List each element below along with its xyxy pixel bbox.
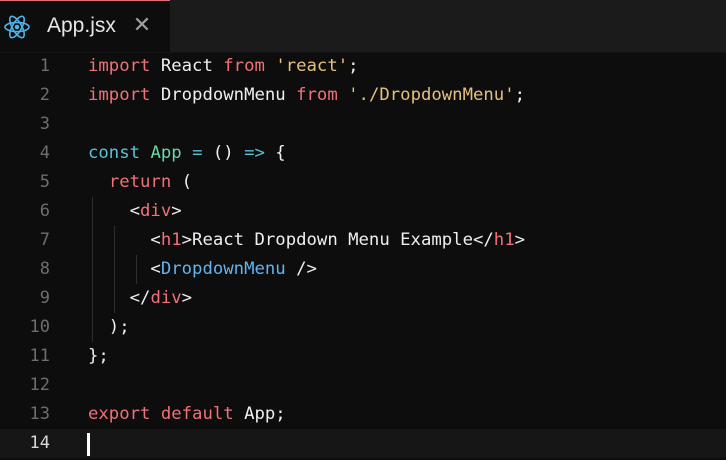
code-line[interactable]: 5 return ( (0, 168, 726, 197)
code-line[interactable]: 13 export default App; (0, 400, 726, 429)
tab-title: App.jsx (47, 14, 116, 37)
tab-app-jsx[interactable]: App.jsx ✕ (0, 0, 170, 52)
code-text: import DropdownMenu from './DropdownMenu… (88, 81, 525, 110)
line-number: 6 (39, 201, 50, 221)
code-line[interactable]: 1 import React from 'react'; (0, 52, 726, 81)
code-token: ; (348, 56, 359, 76)
code-token: div (150, 288, 182, 308)
line-number: 4 (39, 143, 50, 163)
code-token: const (88, 143, 141, 163)
code-token: ; (514, 85, 526, 105)
code-text: <DropdownMenu /> (88, 255, 317, 284)
line-number: 10 (29, 317, 50, 337)
code-token: export (88, 404, 151, 424)
line-number: 14 (29, 433, 50, 453)
line-number: 8 (39, 259, 50, 279)
code-text: import React from 'react'; (88, 52, 359, 81)
tab-bar: App.jsx ✕ (0, 0, 726, 53)
react-icon (2, 12, 32, 42)
line-number: 3 (39, 114, 50, 134)
code-token: return (108, 172, 172, 192)
code-token: from (296, 85, 338, 105)
code-token: DropdownMenu (150, 85, 297, 105)
code-line[interactable]: 9 </div> (0, 284, 726, 313)
code-token: { (264, 143, 286, 163)
code-token: div (140, 201, 172, 221)
line-number: 12 (29, 375, 50, 395)
code-token: /> (285, 259, 317, 279)
code-token: >React Dropdown Menu Example</ (181, 230, 494, 250)
code-token: }; (88, 346, 109, 366)
line-number: 11 (29, 346, 50, 366)
code-token: App (150, 143, 182, 163)
code-token: React (150, 56, 224, 76)
code-token: ( (171, 172, 193, 192)
code-token: App; (233, 404, 286, 424)
line-number: 5 (39, 172, 50, 192)
code-text: </div> (88, 284, 192, 313)
code-token: </ (88, 288, 151, 308)
code-line[interactable]: 3 (0, 110, 726, 139)
code-line[interactable]: 2 import DropdownMenu from './DropdownMen… (0, 81, 726, 110)
code-line[interactable]: 7 <h1>React Dropdown Menu Example</h1> (0, 226, 726, 255)
code-token: = (192, 143, 203, 163)
line-number: 13 (29, 404, 50, 424)
code-token: > (514, 230, 526, 250)
editor-body[interactable]: 1 import React from 'react'; 2 import Dropd… (0, 52, 726, 460)
close-icon[interactable]: ✕ (132, 13, 152, 39)
code-token: () (202, 143, 245, 163)
code-token: import (88, 56, 151, 76)
code-text: ); (88, 313, 130, 342)
code-token: 'react' (275, 56, 349, 76)
line-number: 2 (39, 85, 50, 105)
text-cursor (87, 433, 90, 456)
code-token: < (88, 201, 141, 221)
line-number: 1 (39, 56, 50, 76)
line-number: 7 (39, 230, 50, 250)
code-text: export default App; (88, 400, 286, 429)
code-token: < (88, 230, 161, 250)
code-token: './DropdownMenu' (348, 85, 515, 105)
code-token: h1 (493, 230, 515, 250)
code-line[interactable]: 10 ); (0, 313, 726, 342)
code-token: from (223, 56, 265, 76)
code-token: DropdownMenu (160, 259, 286, 279)
code-token: import (88, 85, 151, 105)
code-token: default (160, 404, 234, 424)
code-text: return ( (88, 168, 192, 197)
code-text: }; (88, 342, 109, 371)
code-token: > (181, 288, 193, 308)
code-text: <div> (88, 197, 182, 226)
code-token: > (171, 201, 182, 221)
code-text: const App = () => { (88, 139, 286, 168)
code-token: => (244, 143, 265, 163)
code-token: ); (88, 317, 130, 337)
code-line[interactable]: 11}; (0, 342, 726, 371)
line-number: 9 (39, 288, 50, 308)
code-token: < (88, 259, 161, 279)
code-line[interactable]: 14 (0, 429, 726, 458)
code-line[interactable]: 4 const App = () => { (0, 139, 726, 168)
code-line[interactable]: 12 (0, 371, 726, 400)
code-line[interactable]: 6 <div> (0, 197, 726, 226)
code-token: h1 (160, 230, 182, 250)
code-line[interactable]: 8 <DropdownMenu /> (0, 255, 726, 284)
code-editor-window: App.jsx ✕ 1 import React from 'react'; 2 im… (0, 0, 726, 460)
code-text: <h1>React Dropdown Menu Example</h1> (88, 226, 525, 255)
